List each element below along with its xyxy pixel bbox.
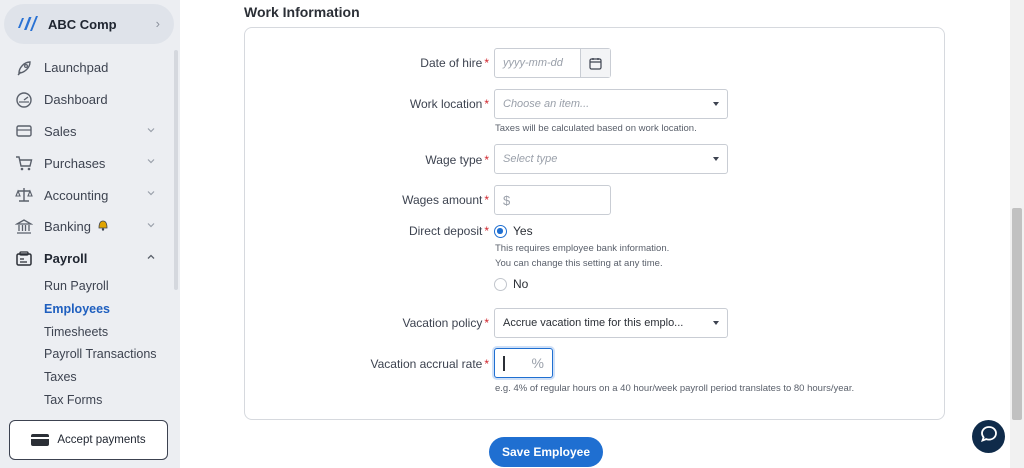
- direct-deposit-label: Direct deposit *: [408, 224, 489, 238]
- required-indicator: *: [484, 316, 489, 330]
- work-location-help: Taxes will be calculated based on work l…: [495, 123, 697, 134]
- required-indicator: *: [484, 153, 489, 167]
- direct-deposit-no-label[interactable]: No: [513, 277, 528, 291]
- scale-icon: [14, 185, 34, 205]
- accept-payments-label: Accept payments: [57, 434, 146, 446]
- vacation-policy-value: Accrue vacation time for this emplo...: [503, 317, 684, 329]
- vacation-accrual-rate-input[interactable]: %: [494, 348, 553, 378]
- dropdown-arrow-icon: [713, 102, 719, 106]
- chevron-down-icon: [147, 223, 155, 228]
- sidebar-item-label: Accounting: [44, 187, 109, 203]
- vacation-policy-label: Vacation policy *: [402, 316, 490, 330]
- sidebar-item-label: Payroll: [44, 251, 88, 267]
- currency-prefix: $: [503, 192, 511, 208]
- required-indicator: *: [484, 56, 489, 70]
- direct-deposit-help-2: You can change this setting at any time.: [495, 258, 663, 269]
- chevron-right-icon: ›: [155, 16, 160, 31]
- sidebar-item-purchases[interactable]: Purchases: [0, 147, 172, 179]
- chevron-down-icon: [147, 159, 155, 164]
- sidebar-subitem-payroll-transactions[interactable]: Payroll Transactions: [0, 343, 172, 366]
- vacation-accrual-rate-help: e.g. 4% of regular hours on a 40 hour/we…: [495, 383, 855, 394]
- sidebar-item-accounting[interactable]: Accounting: [0, 179, 172, 211]
- work-location-select[interactable]: Choose an item...: [494, 89, 728, 119]
- sidebar-subitem-tax-forms[interactable]: Tax Forms: [0, 389, 172, 412]
- sidebar-item-label: Sales: [44, 123, 77, 139]
- payroll-icon: [14, 249, 34, 269]
- section-title: Work Information: [244, 4, 360, 20]
- sidebar-item-dashboard[interactable]: Dashboard: [0, 84, 172, 116]
- company-name: ABC Comp: [48, 16, 117, 32]
- required-indicator: *: [484, 224, 489, 238]
- sidebar-subitem-run-payroll[interactable]: Run Payroll: [0, 275, 172, 298]
- company-logo-icon: [16, 13, 38, 35]
- vacation-policy-select[interactable]: Accrue vacation time for this emplo...: [494, 308, 728, 338]
- work-location-label: Work location *: [409, 97, 489, 111]
- calendar-icon[interactable]: [580, 49, 610, 77]
- sidebar-subitem-employees[interactable]: Employees: [0, 297, 172, 320]
- sidebar-item-label: Dashboard: [44, 92, 108, 108]
- cart-icon: [14, 153, 34, 173]
- chevron-down-icon: [147, 191, 155, 196]
- sidebar: ABC Comp › Launchpad Dashboard Sales Pur…: [0, 0, 180, 468]
- sidebar-subitem-taxes[interactable]: Taxes: [0, 366, 172, 389]
- sidebar-subitem-timesheets[interactable]: Timesheets: [0, 320, 172, 343]
- sidebar-item-payroll[interactable]: Payroll: [0, 243, 172, 275]
- wages-amount-label: Wages amount *: [402, 193, 489, 207]
- chevron-up-icon: [147, 254, 155, 259]
- direct-deposit-yes-radio[interactable]: [494, 225, 507, 238]
- date-of-hire-label: Date of hire *: [420, 56, 489, 70]
- credit-card-icon: [31, 434, 50, 446]
- direct-deposit-yes-label[interactable]: Yes: [513, 224, 533, 238]
- sidebar-item-sales[interactable]: Sales: [0, 116, 172, 148]
- date-of-hire-placeholder: yyyy-mm-dd: [503, 57, 563, 69]
- wage-type-label: Wage type *: [425, 153, 489, 167]
- percent-suffix: %: [531, 355, 544, 371]
- chevron-down-icon: [147, 127, 155, 132]
- required-indicator: *: [484, 97, 489, 111]
- wage-type-placeholder: Select type: [503, 153, 558, 165]
- sidebar-item-label: Purchases: [44, 155, 106, 171]
- dropdown-arrow-icon: [713, 157, 719, 161]
- sidebar-item-label: Banking: [44, 219, 91, 235]
- accept-payments-button[interactable]: Accept payments: [9, 420, 168, 460]
- notification-bell-icon: [96, 218, 110, 235]
- wage-type-select[interactable]: Select type: [494, 144, 728, 174]
- required-indicator: *: [484, 357, 489, 371]
- company-switcher[interactable]: ABC Comp ›: [4, 4, 174, 44]
- date-of-hire-input[interactable]: yyyy-mm-dd: [494, 48, 611, 78]
- save-employee-button[interactable]: Save Employee: [489, 437, 603, 467]
- rocket-icon: [14, 58, 34, 78]
- dashboard-icon: [14, 90, 34, 110]
- page-scrollbar-thumb[interactable]: [1012, 208, 1022, 420]
- sidebar-scrollbar[interactable]: [174, 50, 178, 290]
- sidebar-item-label: Launchpad: [44, 60, 109, 76]
- wages-amount-input[interactable]: $: [494, 185, 611, 215]
- chat-button[interactable]: [972, 420, 1005, 453]
- sidebar-nav: Launchpad Dashboard Sales Purchases Acco…: [0, 52, 172, 411]
- sidebar-item-banking[interactable]: Banking: [0, 211, 172, 243]
- direct-deposit-help-1: This requires employee bank information.: [495, 243, 670, 254]
- sidebar-item-launchpad[interactable]: Launchpad: [0, 52, 172, 84]
- required-indicator: *: [484, 193, 489, 207]
- text-cursor: [503, 355, 505, 371]
- sales-icon: [14, 121, 34, 141]
- dropdown-arrow-icon: [713, 321, 719, 325]
- vacation-accrual-rate-label: Vacation accrual rate *: [370, 357, 489, 371]
- chat-bubble-icon: [980, 425, 998, 448]
- bank-icon: [14, 217, 34, 237]
- direct-deposit-no-radio[interactable]: [494, 278, 507, 291]
- work-location-placeholder: Choose an item...: [503, 98, 590, 110]
